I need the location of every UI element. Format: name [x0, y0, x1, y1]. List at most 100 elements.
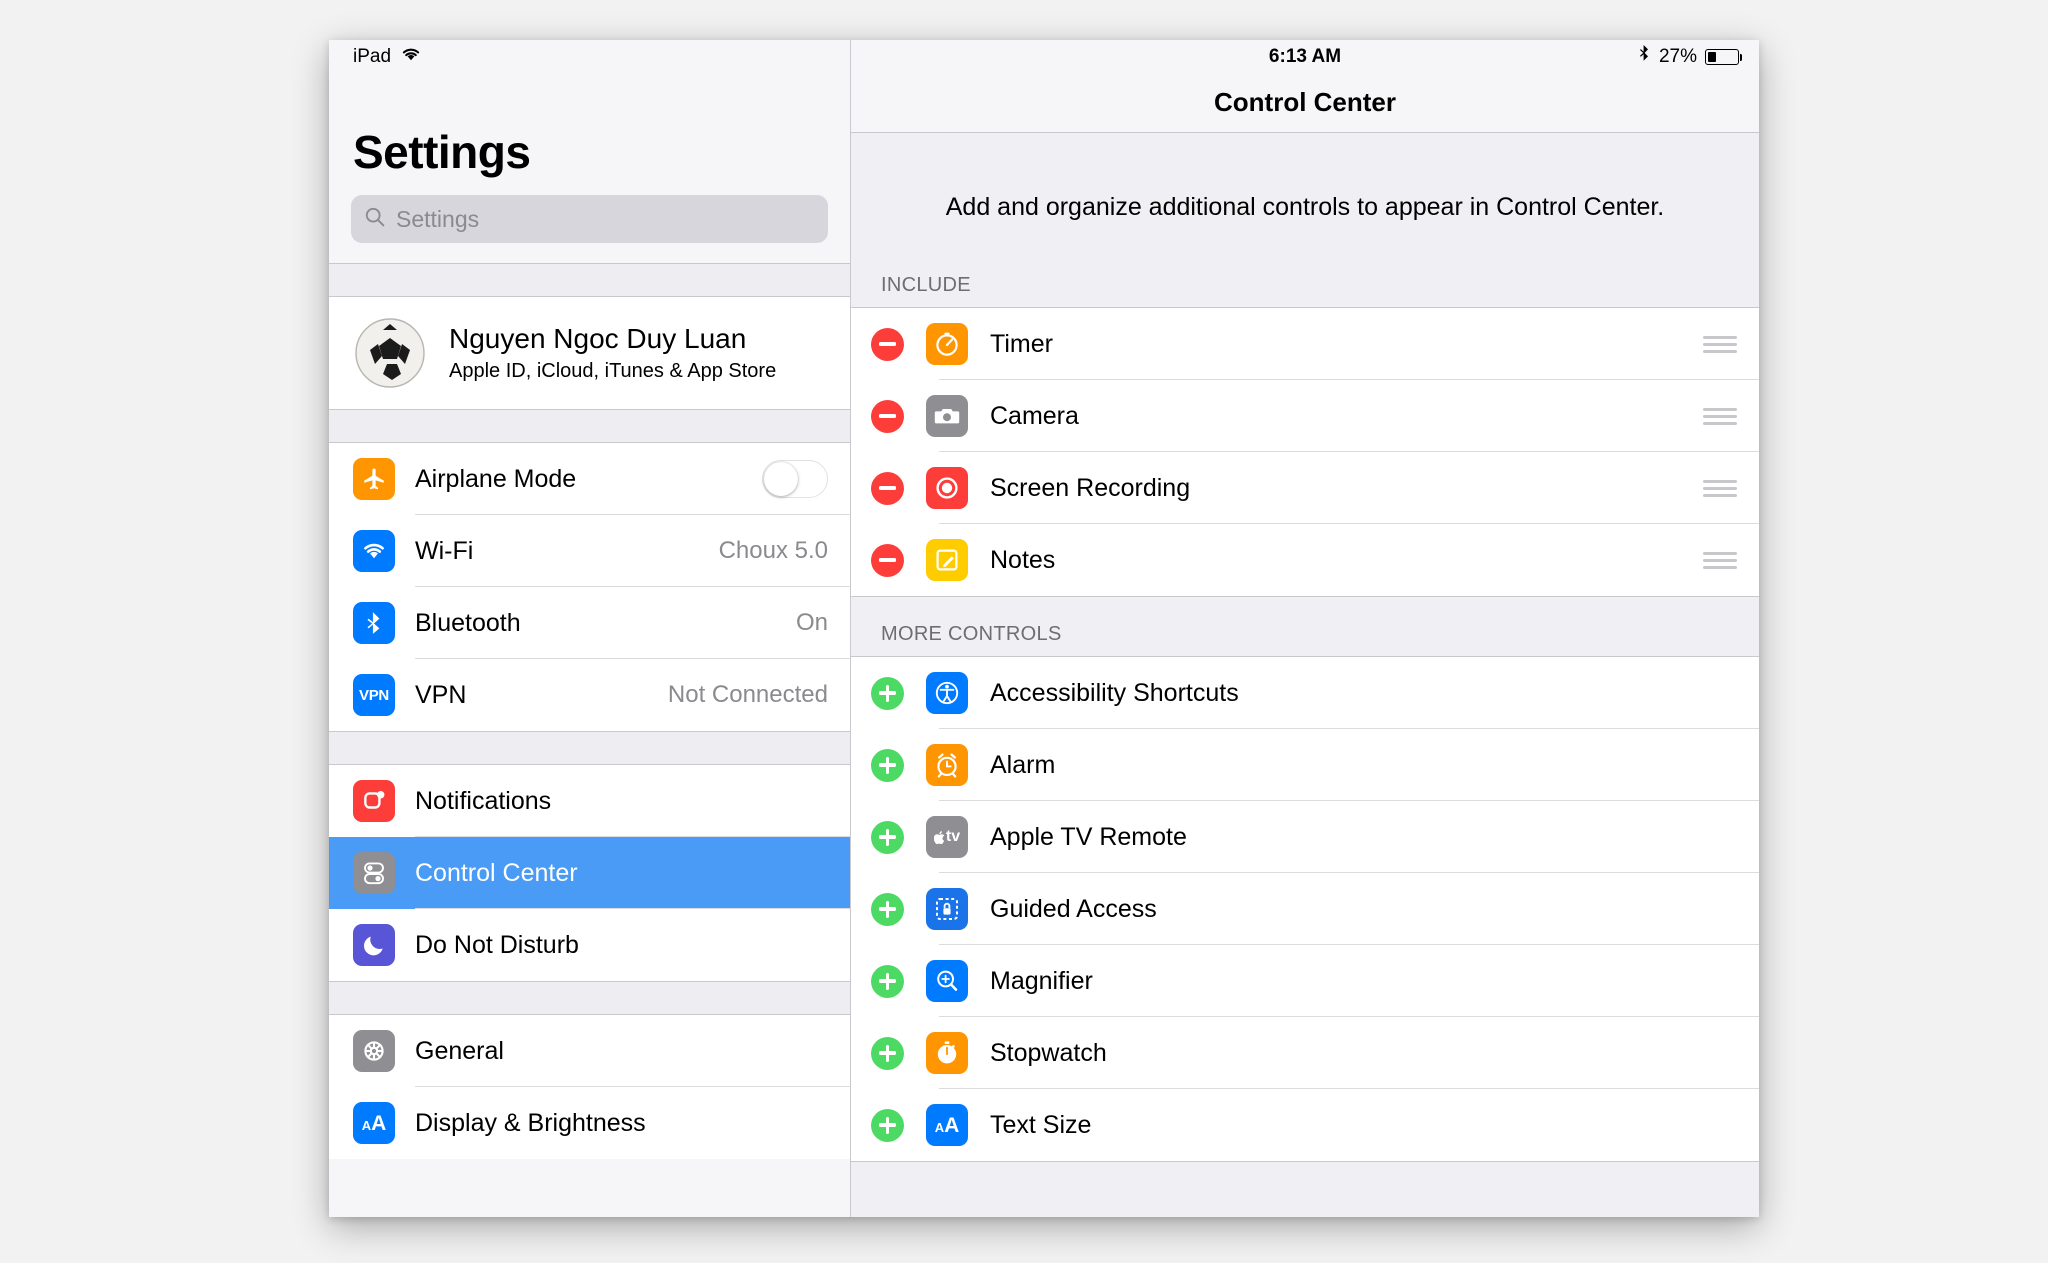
sidebar-group-connectivity: Airplane Mode Wi-Fi Choux 5.0 Bluetooth …	[329, 443, 850, 731]
sidebar-item-airplane-mode[interactable]: Airplane Mode	[329, 443, 850, 515]
add-button[interactable]	[871, 748, 904, 782]
remove-button[interactable]	[871, 471, 904, 505]
control-row-notes[interactable]: Notes	[851, 524, 1759, 596]
notes-icon	[926, 539, 968, 581]
bluetooth-icon	[353, 602, 395, 644]
battery-cap	[1739, 54, 1742, 61]
sidebar-item-control-center[interactable]: Control Center	[329, 837, 850, 909]
add-button[interactable]	[871, 820, 904, 854]
control-label: Timer	[990, 329, 1053, 358]
sidebar-item-label: Notifications	[415, 786, 552, 815]
sidebar-item-label: Display & Brightness	[415, 1108, 646, 1137]
sidebar-item-notifications[interactable]: Notifications	[329, 765, 850, 837]
sidebar-item-vpn[interactable]: VPN VPN Not Connected	[329, 659, 850, 731]
drag-handle[interactable]	[1703, 551, 1737, 569]
apple-tv-remote-icon: tv	[926, 816, 968, 858]
control-row-timer[interactable]: Timer	[851, 308, 1759, 380]
plus-bar-v	[885, 756, 890, 774]
sidebar-item-display-brightness[interactable]: AA Display & Brightness	[329, 1087, 850, 1159]
control-row-alarm[interactable]: Alarm	[851, 729, 1759, 801]
search-input[interactable]: Settings	[351, 195, 828, 243]
control-row-camera[interactable]: Camera	[851, 380, 1759, 452]
control-center-detail: 6:13 AM 27% Control Center Add and organ…	[851, 40, 1759, 1217]
control-label: Alarm	[990, 750, 1056, 779]
control-row-accessibility-shortcuts[interactable]: Accessibility Shortcuts	[851, 657, 1759, 729]
sidebar-spacer	[329, 410, 850, 442]
text-size-icon: AA	[353, 1102, 395, 1144]
plus-bar-v	[885, 972, 890, 990]
sidebar-item-label: VPN	[415, 680, 467, 709]
ipad-screenshot: iPad Settings Settings Nguyen Ngoc Duy L…	[329, 40, 1759, 1217]
notifications-icon	[353, 780, 395, 822]
drag-handle[interactable]	[1703, 479, 1737, 497]
airplane-icon	[353, 458, 395, 500]
sidebar-item-value: Choux 5.0	[718, 537, 828, 564]
detail-scroll-area: Add and organize additional controls to …	[851, 133, 1759, 1217]
sidebar-item-do-not-disturb[interactable]: Do Not Disturb	[329, 909, 850, 981]
control-label: Screen Recording	[990, 473, 1191, 502]
control-label: Magnifier	[990, 966, 1093, 995]
wifi-icon	[353, 530, 395, 572]
remove-button[interactable]	[871, 327, 904, 361]
sidebar-group-system: Notifications Control Center Do Not Dist…	[329, 765, 850, 981]
battery-fill	[1707, 51, 1716, 62]
account-text: Nguyen Ngoc Duy Luan Apple ID, iCloud, i…	[449, 323, 776, 382]
add-button[interactable]	[871, 964, 904, 998]
add-button[interactable]	[871, 892, 904, 926]
status-time: 6:13 AM	[1268, 45, 1342, 67]
navbar-title: Control Center	[1214, 87, 1396, 117]
bluetooth-icon	[1638, 44, 1651, 69]
control-row-screen-recording[interactable]: Screen Recording	[851, 452, 1759, 524]
minus-bar	[879, 486, 896, 490]
page-title: Settings	[353, 126, 531, 178]
control-label: Stopwatch	[990, 1038, 1107, 1067]
timer-icon	[926, 323, 968, 365]
battery-percent-label: 27%	[1658, 45, 1697, 67]
search-container: Settings	[329, 179, 850, 263]
sidebar-item-wifi[interactable]: Wi-Fi Choux 5.0	[329, 515, 850, 587]
control-row-text-size[interactable]: AA Text Size	[851, 1089, 1759, 1161]
text-size-icon: AA	[926, 1104, 968, 1146]
status-bar-right: 6:13 AM 27%	[851, 40, 1759, 73]
minus-bar	[879, 414, 896, 418]
sidebar-item-label: General	[415, 1036, 504, 1065]
control-label: Guided Access	[990, 894, 1157, 923]
sidebar-item-label: Airplane Mode	[415, 464, 577, 493]
vpn-icon: VPN	[353, 674, 395, 716]
account-row[interactable]: Nguyen Ngoc Duy Luan Apple ID, iCloud, i…	[329, 297, 850, 409]
status-indicators: 27%	[1638, 44, 1742, 69]
settings-sidebar: iPad Settings Settings Nguyen Ngoc Duy L…	[329, 40, 851, 1217]
search-icon	[364, 206, 386, 233]
detail-description: Add and organize additional controls to …	[945, 193, 1665, 221]
sidebar-item-bluetooth[interactable]: Bluetooth On	[329, 587, 850, 659]
control-row-apple-tv-remote[interactable]: tv Apple TV Remote	[851, 801, 1759, 873]
sidebar-spacer	[329, 264, 850, 296]
wifi-icon	[400, 46, 422, 68]
control-row-guided-access[interactable]: Guided Access	[851, 873, 1759, 945]
alarm-icon	[926, 744, 968, 786]
add-button[interactable]	[871, 1036, 904, 1070]
add-button[interactable]	[871, 676, 904, 710]
detail-bottom-fill	[851, 1162, 1759, 1217]
add-button[interactable]	[871, 1108, 904, 1142]
control-label: Camera	[990, 401, 1079, 430]
control-row-magnifier[interactable]: Magnifier	[851, 945, 1759, 1017]
plus-bar-v	[885, 684, 890, 702]
account-subtitle: Apple ID, iCloud, iTunes & App Store	[449, 359, 777, 382]
status-bar-left: iPad	[329, 40, 850, 73]
control-label: Notes	[990, 545, 1056, 574]
accessibility-icon	[926, 672, 968, 714]
plus-bar-v	[885, 1044, 890, 1062]
drag-handle[interactable]	[1703, 335, 1737, 353]
remove-button[interactable]	[871, 399, 904, 433]
remove-button[interactable]	[871, 543, 904, 577]
magnifier-icon	[926, 960, 968, 1002]
control-row-stopwatch[interactable]: Stopwatch	[851, 1017, 1759, 1089]
drag-handle[interactable]	[1703, 407, 1737, 425]
control-label: Text Size	[990, 1110, 1092, 1139]
toggle-knob	[764, 462, 798, 496]
sidebar-item-value: On	[795, 609, 828, 636]
airplane-mode-toggle[interactable]	[762, 460, 828, 498]
sidebar-item-general[interactable]: General	[329, 1015, 850, 1087]
plus-bar-v	[885, 828, 890, 846]
